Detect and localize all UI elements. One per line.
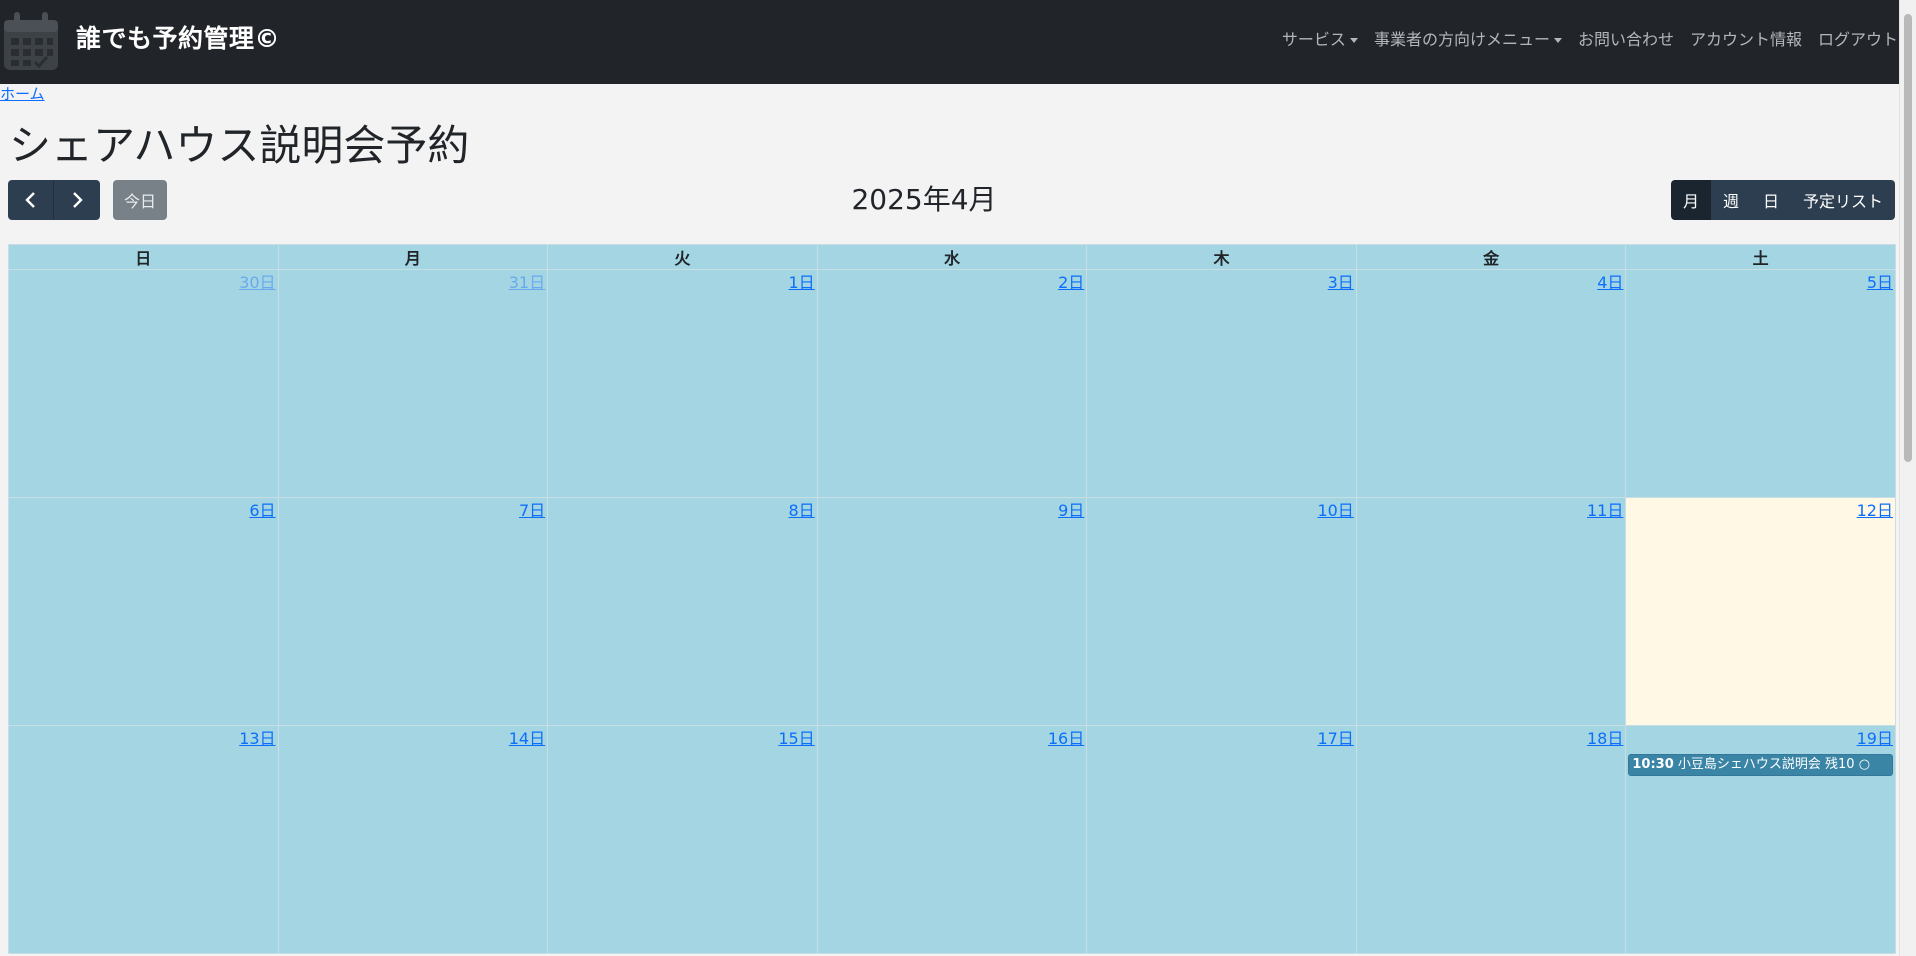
day-cell[interactable]: 8日 <box>547 497 818 726</box>
breadcrumb-home[interactable]: ホーム <box>0 84 45 104</box>
nav-item-account[interactable]: アカウント情報 <box>1690 28 1802 52</box>
view-switcher: 月 週 日 予定リスト <box>1670 180 1895 220</box>
weekday-header: 月 <box>277 244 549 270</box>
nav-item-label: サービス <box>1281 30 1346 49</box>
calendar-week-row: 6日 7日 8日 9日 10日 11日 12日 <box>8 497 1896 726</box>
day-number-link[interactable]: 16日 <box>818 726 1087 750</box>
calendar-logo-icon[interactable] <box>2 10 60 72</box>
day-number-link[interactable]: 17日 <box>1087 726 1356 750</box>
view-day-button[interactable]: 日 <box>1750 180 1791 220</box>
day-number-link[interactable]: 10日 <box>1087 498 1356 522</box>
view-month-button[interactable]: 月 <box>1670 180 1711 220</box>
day-number-link[interactable]: 30日 <box>9 270 278 294</box>
day-number-link[interactable]: 12日 <box>1626 498 1895 522</box>
day-number-link[interactable]: 5日 <box>1626 270 1895 294</box>
view-list-button[interactable]: 予定リスト <box>1790 180 1895 220</box>
nav-item-logout[interactable]: ログアウト <box>1818 28 1898 52</box>
weekday-header: 金 <box>1355 244 1627 270</box>
day-cell[interactable]: 4日 <box>1355 269 1627 498</box>
day-number-link[interactable]: 13日 <box>9 726 278 750</box>
calendar-event[interactable]: 10:30 小豆島シェハウス説明会 残10 ○ <box>1628 754 1893 776</box>
day-cell[interactable]: 10日 <box>1086 497 1357 726</box>
day-cell[interactable]: 5日 <box>1625 269 1896 498</box>
day-number-link[interactable]: 4日 <box>1357 270 1626 294</box>
day-cell[interactable]: 7日 <box>277 497 549 726</box>
day-number-link[interactable]: 7日 <box>279 498 548 522</box>
page-title: シェアハウス説明会予約 <box>9 121 470 170</box>
day-number-link[interactable]: 9日 <box>818 498 1087 522</box>
day-number-link[interactable]: 14日 <box>279 726 548 750</box>
day-cell[interactable]: 16日 <box>816 725 1088 954</box>
nav-item-label: お問い合わせ <box>1577 30 1674 49</box>
nav-item-label: ログアウト <box>1817 30 1898 49</box>
nav-item-label: 事業者の方向けメニュー <box>1373 30 1550 49</box>
caret-down-icon <box>1349 37 1358 43</box>
nav-item-business-menu[interactable]: 事業者の方向けメニュー <box>1374 28 1562 52</box>
day-number-link[interactable]: 8日 <box>548 498 817 522</box>
calendar-week-row: 30日 31日 1日 2日 3日 4日 5日 <box>8 269 1896 498</box>
weekday-header: 土 <box>1625 244 1896 270</box>
caret-down-icon <box>1553 37 1562 43</box>
day-cell[interactable]: 2日 <box>816 269 1088 498</box>
day-cell[interactable]: 13日 <box>8 725 279 954</box>
day-number-link[interactable]: 1日 <box>548 270 817 294</box>
month-calendar: 日 月 火 水 木 金 土 30日 31日 1日 2日 3日 4日 5日 6日 … <box>8 244 1896 954</box>
day-number-link[interactable]: 19日 <box>1626 726 1895 750</box>
top-navbar: 誰でも予約管理© サービス 事業者の方向けメニュー お問い合わせ アカウント情報… <box>0 0 1916 84</box>
day-number-link[interactable]: 31日 <box>279 270 548 294</box>
app-title[interactable]: 誰でも予約管理© <box>76 22 280 56</box>
day-cell[interactable]: 9日 <box>816 497 1088 726</box>
nav-item-label: アカウント情報 <box>1689 30 1802 49</box>
event-title: 小豆島シェハウス説明会 残10 ○ <box>1677 757 1871 772</box>
weekday-header: 火 <box>547 244 818 270</box>
view-week-button[interactable]: 週 <box>1710 180 1751 220</box>
day-cell[interactable]: 31日 <box>277 269 549 498</box>
weekday-header: 日 <box>8 244 279 270</box>
event-time: 10:30 <box>1632 757 1674 772</box>
day-number-link[interactable]: 6日 <box>9 498 278 522</box>
day-number-link[interactable]: 11日 <box>1357 498 1626 522</box>
calendar-week-row: 13日 14日 15日 16日 17日 18日 19日 10:30 小豆島シェハ… <box>8 725 1896 954</box>
day-number-link[interactable]: 15日 <box>548 726 817 750</box>
day-cell[interactable]: 1日 <box>547 269 818 498</box>
calendar-title: 2025年4月 <box>851 183 997 216</box>
day-cell[interactable]: 14日 <box>277 725 549 954</box>
day-cell[interactable]: 15日 <box>547 725 818 954</box>
day-cell[interactable]: 19日 10:30 小豆島シェハウス説明会 残10 ○ <box>1625 725 1896 954</box>
scrollbar-thumb[interactable] <box>1904 14 1912 462</box>
day-cell-today[interactable]: 12日 <box>1625 497 1896 726</box>
page-scrollbar[interactable] <box>1899 0 1916 956</box>
weekday-header-row: 日 月 火 水 木 金 土 <box>8 244 1896 270</box>
day-cell[interactable]: 30日 <box>8 269 279 498</box>
nav-item-contact[interactable]: お問い合わせ <box>1578 28 1674 52</box>
day-cell[interactable]: 11日 <box>1355 497 1627 726</box>
day-cell[interactable]: 17日 <box>1086 725 1357 954</box>
day-cell[interactable]: 3日 <box>1086 269 1357 498</box>
weekday-header: 木 <box>1086 244 1357 270</box>
day-cell[interactable]: 18日 <box>1355 725 1627 954</box>
nav-item-services[interactable]: サービス <box>1282 28 1358 52</box>
day-number-link[interactable]: 18日 <box>1357 726 1626 750</box>
weekday-header: 水 <box>816 244 1088 270</box>
nav-menu: サービス 事業者の方向けメニュー お問い合わせ アカウント情報 ログアウト <box>1282 28 1898 52</box>
day-number-link[interactable]: 3日 <box>1087 270 1356 294</box>
day-number-link[interactable]: 2日 <box>818 270 1087 294</box>
day-cell[interactable]: 6日 <box>8 497 279 726</box>
